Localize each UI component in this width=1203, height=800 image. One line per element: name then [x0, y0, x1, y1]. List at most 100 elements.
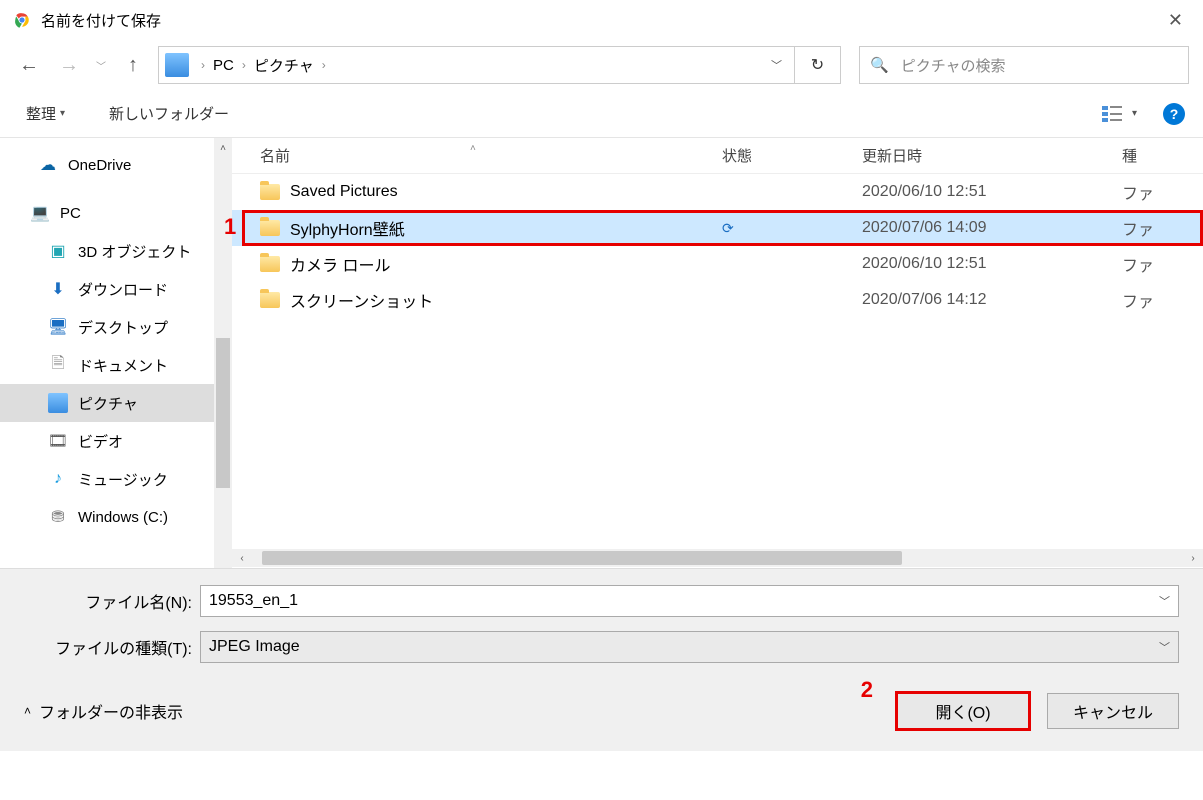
sidebar-item-videos[interactable]: 🎞 ビデオ: [0, 422, 232, 460]
col-name-label: 名前: [260, 148, 290, 165]
sidebar-label: ドキュメント: [78, 355, 168, 376]
music-icon: ♪: [48, 469, 68, 489]
filetype-label: ファイルの種類(T):: [24, 635, 192, 659]
search-input[interactable]: 🔍 ピクチャの検索: [859, 46, 1189, 84]
sidebar-item-pc[interactable]: 💻 PC: [0, 194, 232, 232]
pc-icon: 💻: [30, 203, 50, 223]
scroll-thumb[interactable]: [262, 551, 902, 565]
scroll-up-button[interactable]: ˄: [214, 138, 232, 158]
sort-indicator-icon: ˄: [470, 143, 476, 154]
up-button[interactable]: ↑: [118, 50, 148, 80]
search-icon: 🔍: [870, 56, 889, 74]
view-mode-button[interactable]: ▾: [1096, 101, 1143, 127]
file-row[interactable]: カメラ ロール 2020/06/10 12:51 ファ: [232, 246, 1203, 282]
file-type: ファ: [1122, 288, 1203, 312]
sidebar-item-onedrive[interactable]: ☁ OneDrive: [0, 146, 232, 184]
sidebar-label: OneDrive: [68, 157, 131, 174]
nav-sidebar: ˄ ☁ OneDrive 💻 PC ▣ 3D オブジェクト ⬇ ダウンロード 🖥…: [0, 138, 232, 568]
column-headers: 名前 ˄ 状態 更新日時 種: [232, 138, 1203, 174]
file-name: スクリーンショット: [290, 288, 433, 312]
3d-objects-icon: ▣: [48, 241, 68, 261]
drive-icon: ⛃: [48, 507, 68, 527]
file-row[interactable]: Saved Pictures 2020/06/10 12:51 ファ: [232, 174, 1203, 210]
file-name: カメラ ロール: [290, 252, 390, 276]
sidebar-label: デスクトップ: [78, 317, 168, 338]
filetype-select[interactable]: JPEG Image ﹀: [200, 631, 1179, 663]
sidebar-label: ピクチャ: [78, 393, 138, 414]
sidebar-label: 3D オブジェクト: [78, 241, 191, 262]
sidebar-item-downloads[interactable]: ⬇ ダウンロード: [0, 270, 232, 308]
col-date-header[interactable]: 更新日時: [862, 145, 1122, 166]
cancel-button[interactable]: キャンセル: [1047, 693, 1179, 729]
chevron-right-icon[interactable]: ›: [195, 58, 211, 72]
chevron-down-icon: ▾: [60, 108, 65, 119]
main-area: ˄ ☁ OneDrive 💻 PC ▣ 3D オブジェクト ⬇ ダウンロード 🖥…: [0, 138, 1203, 568]
downloads-icon: ⬇: [48, 279, 68, 299]
folder-icon: [260, 184, 280, 200]
location-icon: [165, 53, 189, 77]
chevron-up-icon: ˄: [24, 704, 31, 718]
forward-button[interactable]: →: [54, 50, 84, 80]
chevron-down-icon[interactable]: ﹀: [1159, 593, 1170, 609]
search-placeholder: ピクチャの検索: [901, 55, 1006, 76]
horizontal-scrollbar[interactable]: ‹ ›: [232, 548, 1203, 568]
breadcrumb-dropdown-icon[interactable]: ﹀: [759, 57, 794, 73]
sync-icon: ⟳: [722, 220, 862, 237]
folder-icon: [260, 292, 280, 308]
hide-folders-toggle[interactable]: ˄ フォルダーの非表示: [24, 699, 183, 723]
titlebar: 名前を付けて保存 ✕: [0, 0, 1203, 40]
col-name-header[interactable]: 名前 ˄: [232, 145, 722, 166]
sidebar-item-3d[interactable]: ▣ 3D オブジェクト: [0, 232, 232, 270]
close-icon[interactable]: ✕: [1156, 4, 1195, 37]
chrome-icon: [13, 11, 31, 29]
file-name: SylphyHorn壁紙: [290, 216, 405, 240]
onedrive-icon: ☁: [38, 155, 58, 175]
annotation-2: 2: [861, 677, 873, 703]
window-title: 名前を付けて保存: [41, 10, 161, 31]
filename-label: ファイル名(N):: [24, 589, 192, 613]
filetype-value: JPEG Image: [209, 638, 300, 656]
cancel-button-label: キャンセル: [1073, 699, 1153, 723]
back-button[interactable]: ←: [14, 50, 44, 80]
chevron-right-icon[interactable]: ›: [236, 58, 252, 72]
sidebar-item-drive-c[interactable]: ⛃ Windows (C:): [0, 498, 232, 536]
file-date: 2020/06/10 12:51: [862, 255, 1122, 273]
organize-menu[interactable]: 整理 ▾: [18, 99, 73, 128]
scroll-track[interactable]: [252, 549, 1183, 567]
col-state-header[interactable]: 状態: [722, 145, 862, 166]
help-icon[interactable]: ?: [1163, 103, 1185, 125]
breadcrumb[interactable]: › PC › ピクチャ › ﹀ ↻: [158, 46, 841, 84]
open-button[interactable]: 開く(O): [897, 693, 1029, 729]
file-date: 2020/07/06 14:12: [862, 291, 1122, 309]
sidebar-label: Windows (C:): [78, 509, 168, 526]
toolbar: 整理 ▾ 新しいフォルダー ▾ ?: [0, 90, 1203, 138]
sidebar-item-documents[interactable]: 🗎 ドキュメント: [0, 346, 232, 384]
sidebar-item-desktop[interactable]: 🖥 デスクトップ: [0, 308, 232, 346]
filename-input[interactable]: 19553_en_1 ﹀: [200, 585, 1179, 617]
sidebar-item-music[interactable]: ♪ ミュージック: [0, 460, 232, 498]
scroll-right-button[interactable]: ›: [1183, 549, 1203, 567]
breadcrumb-pc[interactable]: PC: [211, 57, 236, 74]
pictures-icon: [48, 393, 68, 413]
filename-area: ファイル名(N): 19553_en_1 ﹀ ファイルの種類(T): JPEG …: [0, 568, 1203, 663]
folder-icon: [260, 220, 280, 236]
videos-icon: 🎞: [48, 431, 68, 451]
recent-dropdown-icon[interactable]: ﹀: [94, 58, 108, 73]
new-folder-button[interactable]: 新しいフォルダー: [101, 99, 237, 128]
sidebar-label: ビデオ: [78, 431, 123, 452]
folder-icon: [260, 256, 280, 272]
chevron-right-icon[interactable]: ›: [316, 58, 332, 72]
filename-value: 19553_en_1: [209, 592, 298, 610]
refresh-button[interactable]: ↻: [794, 46, 840, 84]
col-type-header[interactable]: 種: [1122, 145, 1203, 166]
scroll-left-button[interactable]: ‹: [232, 549, 252, 567]
file-type: ファ: [1122, 180, 1203, 204]
file-row-selected[interactable]: SylphyHorn壁紙 ⟳ 2020/07/06 14:09 ファ: [232, 210, 1203, 246]
file-date: 2020/06/10 12:51: [862, 183, 1122, 201]
chevron-down-icon: ▾: [1132, 108, 1137, 119]
sidebar-label: ミュージック: [78, 469, 168, 490]
file-row[interactable]: スクリーンショット 2020/07/06 14:12 ファ: [232, 282, 1203, 318]
chevron-down-icon[interactable]: ﹀: [1159, 639, 1170, 655]
breadcrumb-folder[interactable]: ピクチャ: [252, 55, 316, 76]
sidebar-item-pictures[interactable]: ピクチャ: [0, 384, 232, 422]
